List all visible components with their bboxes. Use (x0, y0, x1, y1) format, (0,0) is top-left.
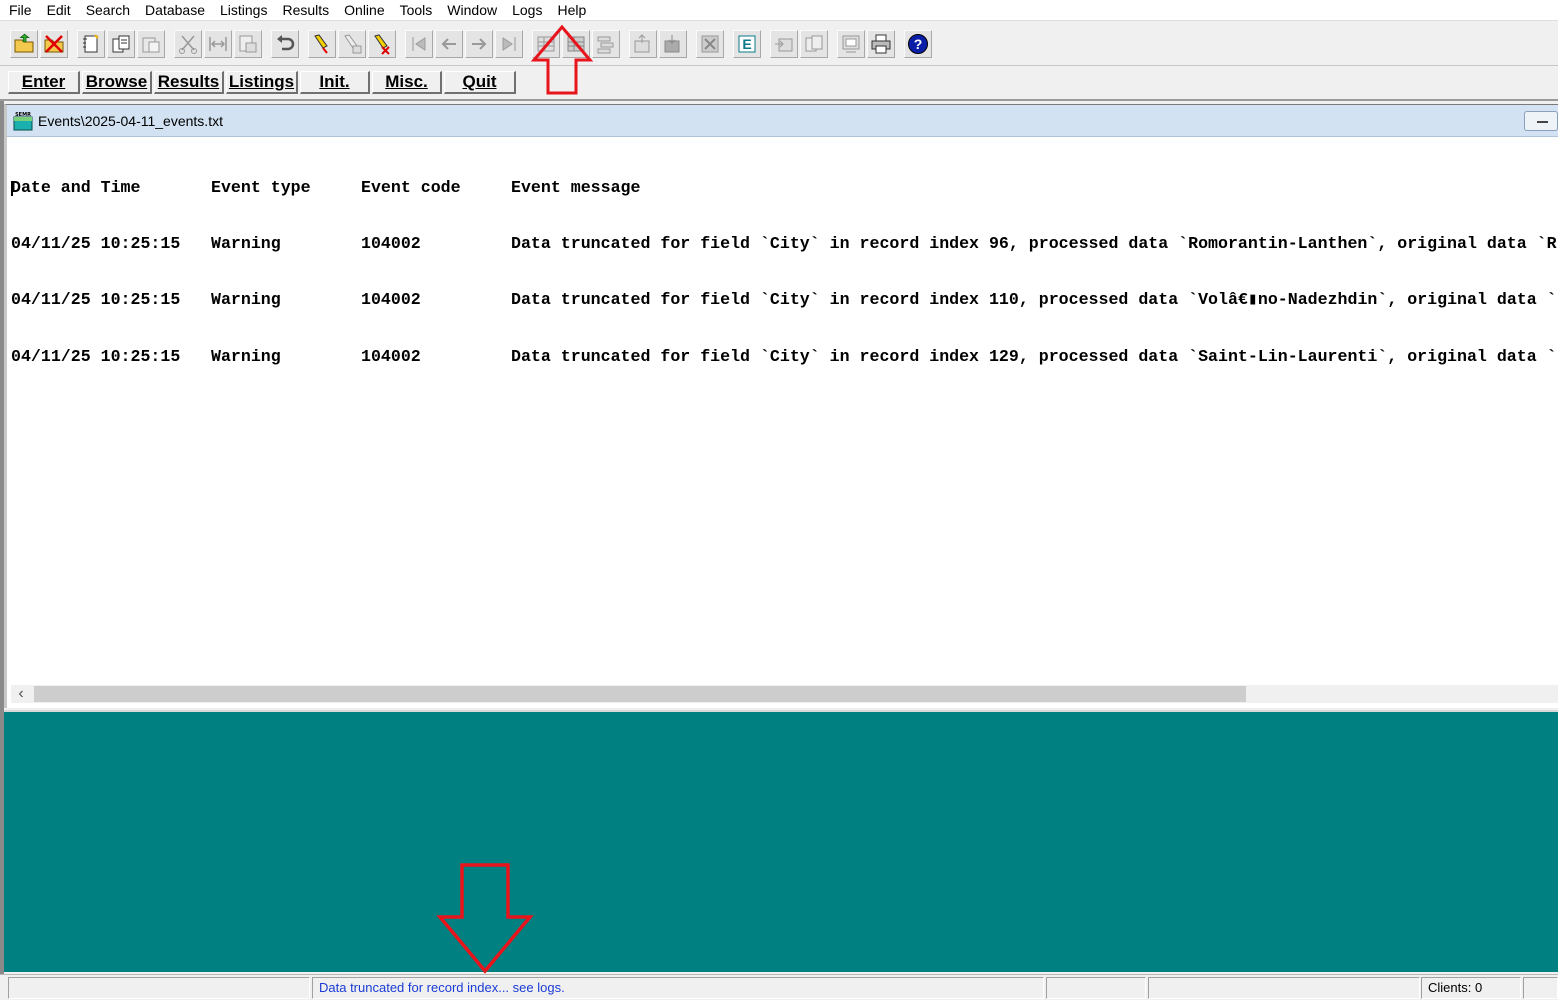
stack-icon[interactable] (592, 30, 620, 58)
svg-text:?: ? (914, 36, 923, 52)
prev-record-icon[interactable] (435, 30, 463, 58)
log-header-row: Date and Time Event type Event code Even… (11, 177, 1558, 198)
menu-edit[interactable]: Edit (40, 0, 79, 20)
header-date-time: Date and Time (11, 177, 141, 197)
send-icon[interactable] (770, 30, 798, 58)
child-window-title: Events\2025-04-11_events.txt (38, 113, 223, 129)
header-event-type: Event type (211, 177, 311, 197)
listings-button[interactable]: Listings (226, 71, 298, 94)
row-date-time: 04/11/25 10:25:15 (11, 290, 181, 310)
row-event-type: Warning (211, 346, 281, 366)
row-date-time: 04/11/25 10:25:15 (11, 346, 181, 366)
mdi-background (4, 710, 1558, 972)
print-icon[interactable] (867, 30, 895, 58)
events-log-window: SEMR Events\2025-04-11_events.txt Date a… (4, 104, 1558, 708)
menu-window[interactable]: Window (440, 0, 505, 20)
last-record-icon[interactable] (495, 30, 523, 58)
save-icon[interactable] (234, 30, 262, 58)
paste-record-icon[interactable] (137, 30, 165, 58)
mark-icon[interactable] (308, 30, 336, 58)
menu-database[interactable]: Database (138, 0, 213, 20)
row-event-message: Data truncated for field `City` in recor… (511, 346, 1557, 366)
row-event-code: 104002 (361, 290, 421, 310)
status-pane-empty (1523, 977, 1558, 999)
copy-doc-icon[interactable] (800, 30, 828, 58)
scroll-left-icon[interactable]: ‹ (11, 685, 31, 703)
export-icon[interactable] (629, 30, 657, 58)
log-text-area[interactable]: Date and Time Event type Event code Even… (11, 141, 1558, 681)
toolbar: E ? (0, 22, 1558, 66)
svg-text:E: E (742, 36, 751, 52)
row-event-code: 104002 (361, 233, 421, 253)
status-pane-empty (1046, 977, 1146, 999)
sort-icon[interactable] (368, 30, 396, 58)
menu-online[interactable]: Online (337, 0, 392, 20)
menu-bar: File Edit Search Database Listings Resul… (0, 0, 1558, 21)
log-row: 04/11/25 10:25:15 Warning 104002 Data tr… (11, 346, 1558, 367)
row-event-message: Data truncated for field `City` in recor… (511, 290, 1557, 310)
status-message[interactable]: Data truncated for record index... see l… (312, 977, 1044, 999)
row-event-message: Data truncated for field `City` in recor… (511, 233, 1557, 253)
status-bar: Data truncated for record index... see l… (0, 974, 1558, 1000)
menu-help[interactable]: Help (550, 0, 594, 20)
menu-file[interactable]: File (2, 0, 40, 20)
log-row: 04/11/25 10:25:15 Warning 104002 Data tr… (11, 233, 1558, 254)
cut-icon[interactable] (174, 30, 202, 58)
row-event-code: 104002 (361, 346, 421, 366)
init-button[interactable]: Init. (300, 71, 370, 94)
unmark-icon[interactable] (338, 30, 366, 58)
quit-button[interactable]: Quit (444, 71, 516, 94)
header-event-code: Event code (361, 177, 461, 197)
app-icon: SEMR (13, 112, 33, 131)
close-db-icon[interactable] (40, 30, 68, 58)
edit-e-icon[interactable]: E (733, 30, 761, 58)
header-event-message: Event message (511, 177, 641, 197)
command-bar: Enter Browse Results Listings Init. Misc… (0, 67, 1558, 101)
move-icon[interactable] (204, 30, 232, 58)
menu-logs[interactable]: Logs (505, 0, 550, 20)
first-record-icon[interactable] (405, 30, 433, 58)
misc-button[interactable]: Misc. (372, 71, 442, 94)
new-record-icon[interactable] (77, 30, 105, 58)
status-pane-empty (8, 977, 310, 999)
svg-text:SEMR: SEMR (15, 112, 31, 118)
scrollbar-thumb[interactable] (34, 686, 1246, 702)
status-pane-empty (1148, 977, 1420, 999)
import-icon[interactable] (659, 30, 687, 58)
preview-icon[interactable] (837, 30, 865, 58)
enter-button[interactable]: Enter (8, 71, 80, 94)
menu-results[interactable]: Results (275, 0, 337, 20)
row-event-type: Warning (211, 233, 281, 253)
next-record-icon[interactable] (465, 30, 493, 58)
menu-listings[interactable]: Listings (213, 0, 275, 20)
menu-tools[interactable]: Tools (393, 0, 441, 20)
help-icon[interactable]: ? (904, 30, 932, 58)
open-folder-icon[interactable] (10, 30, 38, 58)
row-event-type: Warning (211, 290, 281, 310)
child-titlebar[interactable]: SEMR Events\2025-04-11_events.txt (7, 105, 1558, 137)
menu-search[interactable]: Search (79, 0, 138, 20)
results-button[interactable]: Results (154, 71, 224, 94)
minimize-button[interactable] (1524, 111, 1558, 131)
undo-icon[interactable] (271, 30, 299, 58)
delete-icon[interactable] (696, 30, 724, 58)
down-arrow-annotation-icon (436, 863, 534, 974)
clients-count: Clients: 0 (1421, 977, 1521, 999)
browse-button[interactable]: Browse (82, 71, 152, 94)
copy-record-icon[interactable] (107, 30, 135, 58)
horizontal-scrollbar[interactable]: ‹ (11, 685, 1558, 703)
row-date-time: 04/11/25 10:25:15 (11, 233, 181, 253)
log-row: 04/11/25 10:25:15 Warning 104002 Data tr… (11, 291, 1558, 310)
up-arrow-annotation-icon (530, 24, 594, 95)
